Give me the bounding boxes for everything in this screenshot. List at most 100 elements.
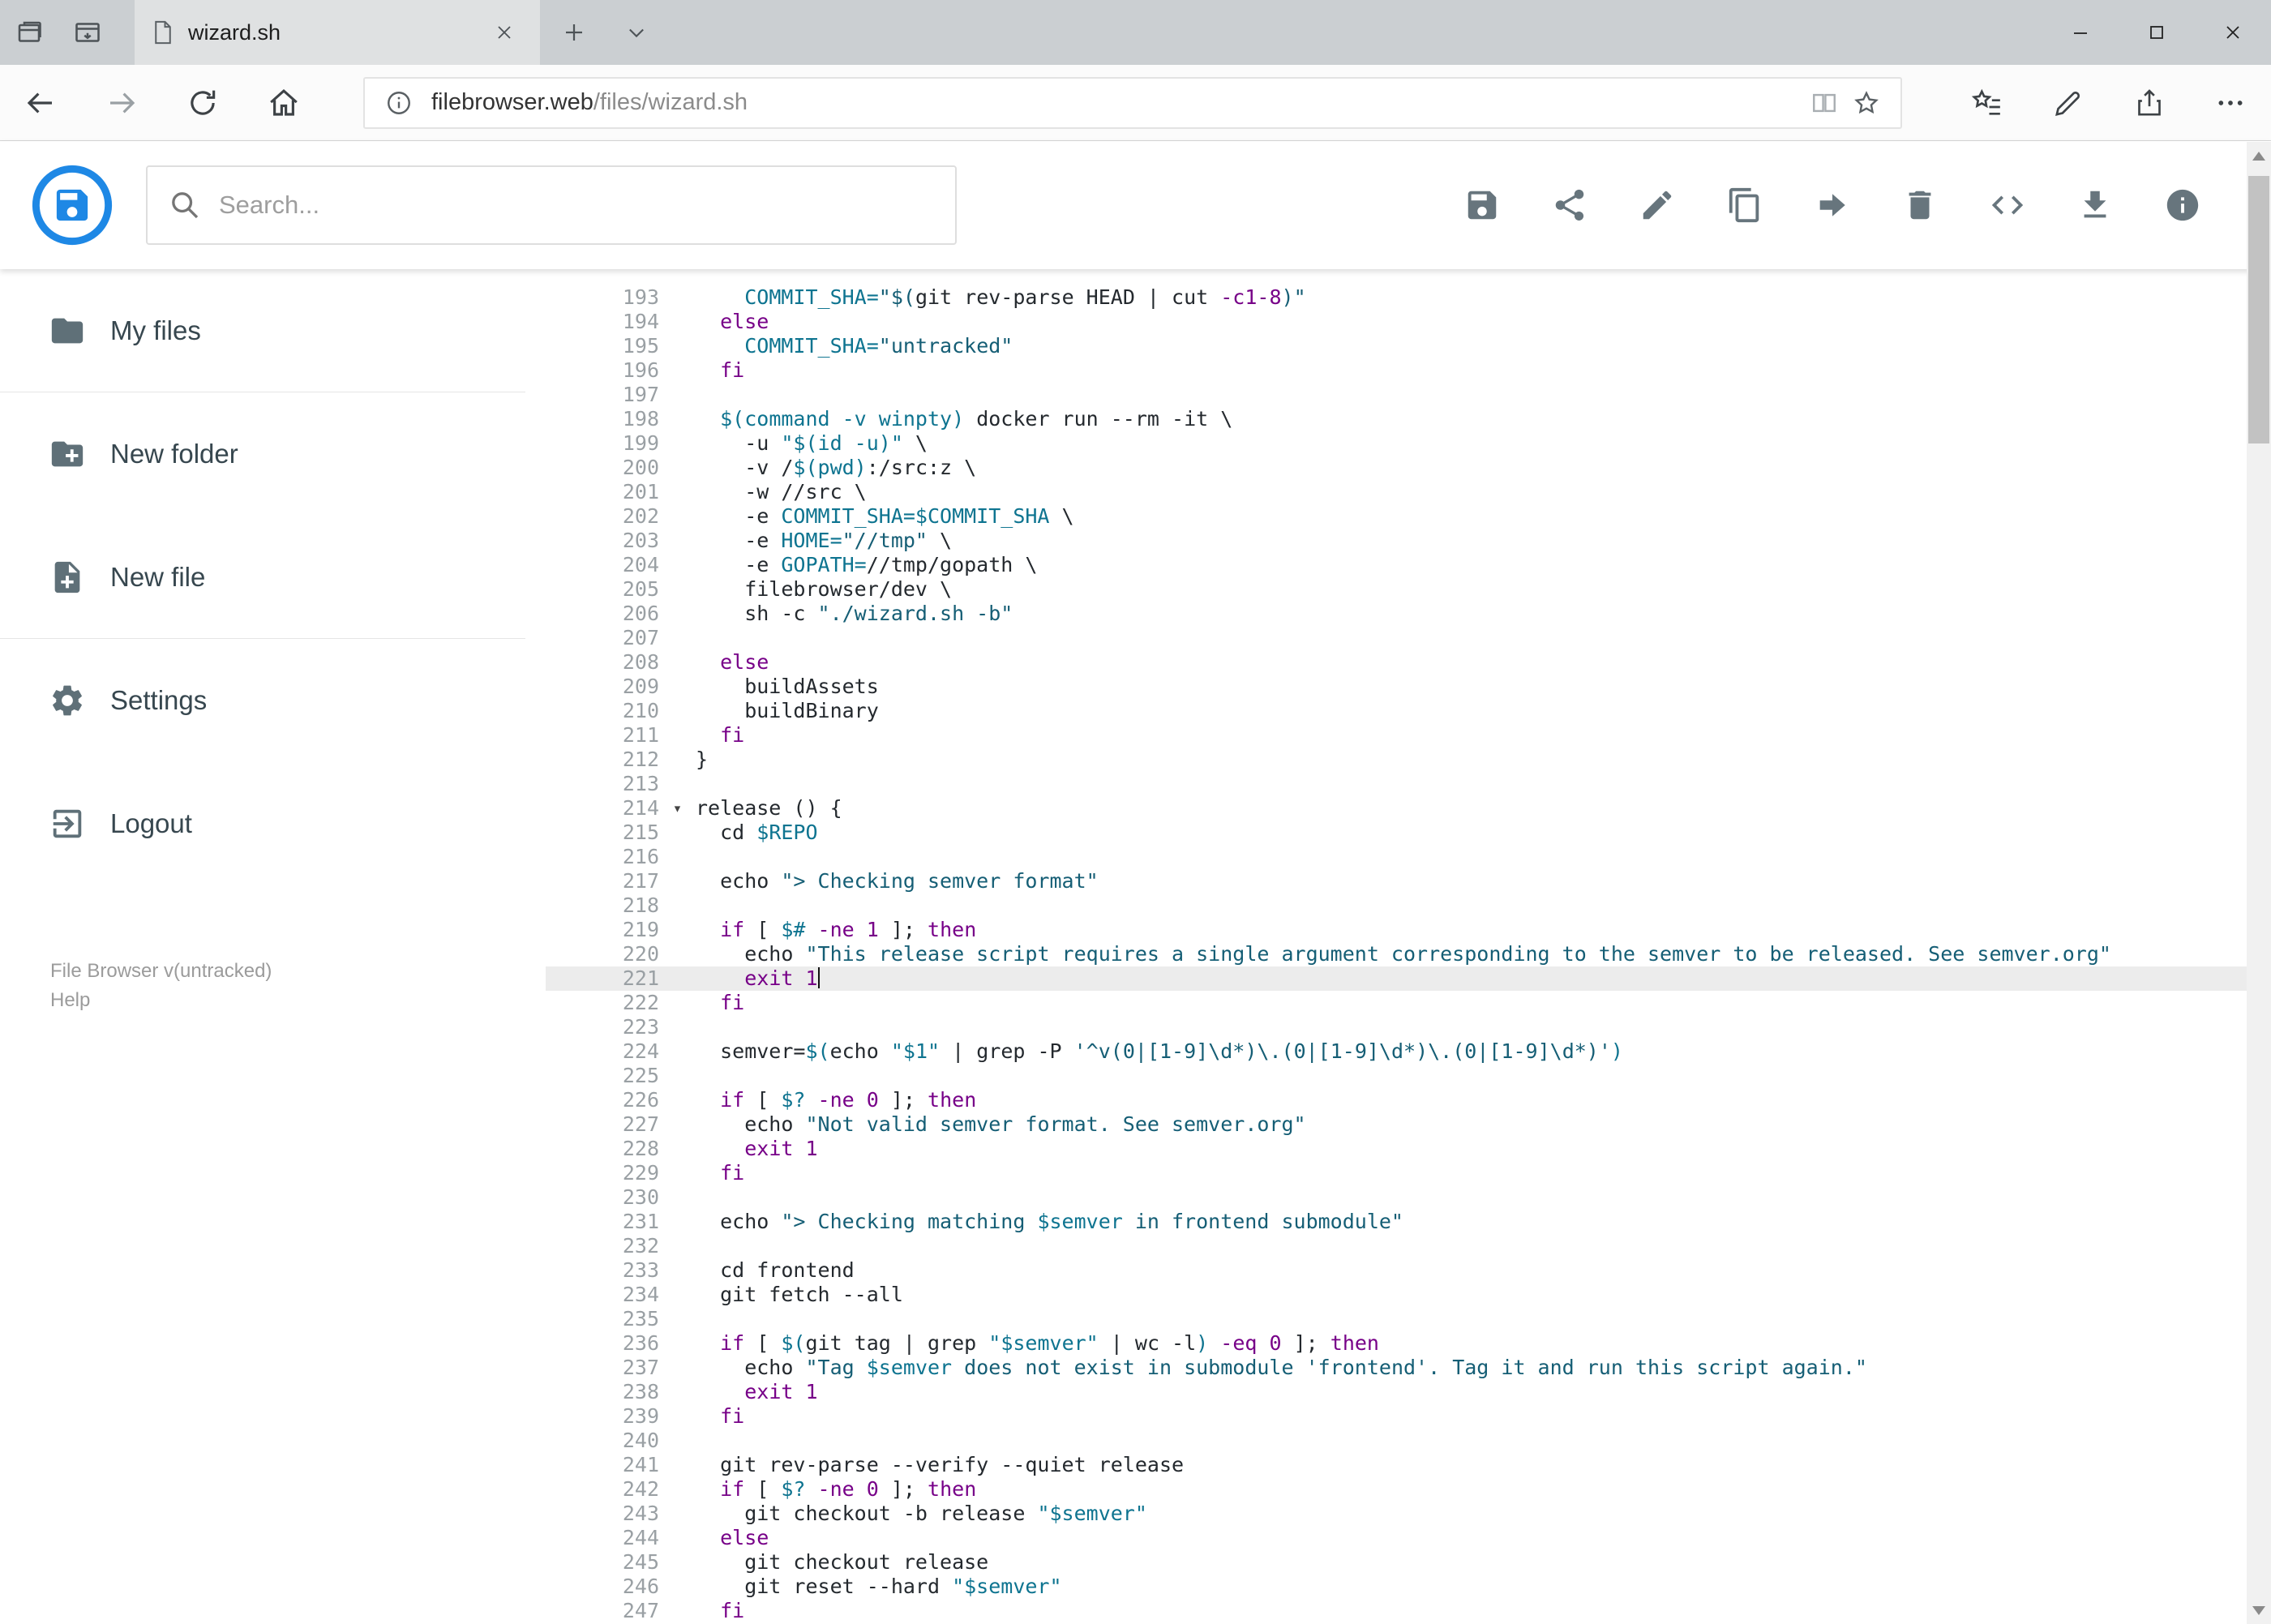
sidebar-item-new-file[interactable]: New file — [0, 516, 525, 639]
code-line[interactable]: 232 — [546, 1234, 2247, 1258]
code-line[interactable]: 198 $(command -v winpty) docker run --rm… — [546, 407, 2247, 431]
code-line[interactable]: 243 git checkout -b release "$semver" — [546, 1502, 2247, 1526]
scroll-up-icon[interactable] — [2247, 142, 2271, 169]
code-line[interactable]: 213 — [546, 772, 2247, 796]
code-line[interactable]: 235 — [546, 1307, 2247, 1331]
address-bar[interactable]: filebrowser.web/files/wizard.sh — [363, 76, 1902, 129]
favorite-star-icon[interactable] — [1845, 89, 1888, 117]
code-line[interactable]: 240 — [546, 1429, 2247, 1453]
code-line[interactable]: 208 else — [546, 650, 2247, 675]
reading-view-icon[interactable] — [1803, 89, 1845, 117]
scroll-down-icon[interactable] — [2247, 1596, 2271, 1624]
save-icon[interactable] — [1463, 186, 1501, 224]
code-line[interactable]: 195 COMMIT_SHA="untracked" — [546, 334, 2247, 358]
sidebar-item-my-files[interactable]: My files — [0, 269, 525, 392]
code-line[interactable]: 244 else — [546, 1526, 2247, 1550]
tab-close-icon[interactable] — [486, 15, 522, 50]
code-line[interactable]: 223 — [546, 1015, 2247, 1039]
code-line[interactable]: 217 echo "> Checking semver format" — [546, 869, 2247, 893]
code-line[interactable]: 194 else — [546, 310, 2247, 334]
info-icon[interactable] — [2164, 186, 2201, 224]
scrollbar-thumb[interactable] — [2248, 176, 2269, 443]
code-line[interactable]: 231 echo "> Checking matching $semver in… — [546, 1210, 2247, 1234]
code-line[interactable]: 204 -e GOPATH=//tmp/gopath \ — [546, 553, 2247, 577]
code-line[interactable]: 205 filebrowser/dev \ — [546, 577, 2247, 602]
code-line[interactable]: 222 fi — [546, 991, 2247, 1015]
code-line[interactable]: 247 fi — [546, 1599, 2247, 1623]
code-line[interactable]: 212} — [546, 748, 2247, 772]
code-line[interactable]: 196 fi — [546, 358, 2247, 383]
code-line[interactable]: 211 fi — [546, 723, 2247, 748]
code-line[interactable]: 233 cd frontend — [546, 1258, 2247, 1283]
code-line[interactable]: 199 -u "$(id -u)" \ — [546, 431, 2247, 456]
minimize-button[interactable] — [2042, 0, 2119, 65]
code-line[interactable]: 200 -v /$(pwd):/src:z \ — [546, 456, 2247, 480]
code-line[interactable]: 225 — [546, 1064, 2247, 1088]
code-line[interactable]: 246 git reset --hard "$semver" — [546, 1575, 2247, 1599]
code-line[interactable]: 219 if [ $# -ne 1 ]; then — [546, 918, 2247, 942]
search-input[interactable] — [219, 191, 884, 220]
delete-trash-icon[interactable] — [1901, 186, 1939, 224]
sidebar-item-logout[interactable]: Logout — [0, 762, 525, 885]
code-line[interactable]: 237 echo "Tag $semver does not exist in … — [546, 1356, 2247, 1380]
code-line[interactable]: 206 sh -c "./wizard.sh -b" — [546, 602, 2247, 626]
fold-marker-icon[interactable]: ▾ — [659, 796, 696, 821]
copy-icon[interactable] — [1726, 186, 1763, 224]
code-line[interactable]: 203 -e HOME="//tmp" \ — [546, 529, 2247, 553]
hub-favorites-icon[interactable] — [1947, 65, 2028, 141]
code-line[interactable]: 214 ▾ release () { — [546, 796, 2247, 821]
refresh-icon[interactable] — [162, 65, 243, 141]
search-bar[interactable] — [146, 165, 957, 245]
code-line[interactable]: 210 buildBinary — [546, 699, 2247, 723]
share-icon[interactable] — [1551, 186, 1588, 224]
code-line[interactable]: 220 echo "This release script requires a… — [546, 942, 2247, 966]
code-line[interactable]: 241 git rev-parse --verify --quiet relea… — [546, 1453, 2247, 1477]
download-icon[interactable] — [2076, 186, 2114, 224]
code-line[interactable]: 245 git checkout release — [546, 1550, 2247, 1575]
code-line[interactable]: 227 echo "Not valid semver format. See s… — [546, 1112, 2247, 1137]
code-line[interactable]: 230 — [546, 1185, 2247, 1210]
code-line[interactable]: 234 git fetch --all — [546, 1283, 2247, 1307]
code-line[interactable]: 202 -e COMMIT_SHA=$COMMIT_SHA \ — [546, 504, 2247, 529]
help-link[interactable]: Help — [50, 986, 272, 1015]
code-line[interactable]: 224 semver=$(echo "$1" | grep -P '^v(0|[… — [546, 1039, 2247, 1064]
code-editor[interactable]: 193 COMMIT_SHA="$(git rev-parse HEAD | c… — [525, 269, 2247, 1624]
code-line[interactable]: 229 fi — [546, 1161, 2247, 1185]
code-line[interactable]: 197 — [546, 383, 2247, 407]
annotate-pen-icon[interactable] — [2028, 65, 2109, 141]
close-button[interactable] — [2195, 0, 2271, 65]
more-options-icon[interactable] — [2190, 65, 2271, 141]
code-line[interactable]: 201 -w //src \ — [546, 480, 2247, 504]
browser-tab[interactable]: wizard.sh — [135, 0, 540, 65]
code-line[interactable]: 215 cd $REPO — [546, 821, 2247, 845]
code-line[interactable]: 216 — [546, 845, 2247, 869]
set-tabs-aside-icon[interactable] — [0, 0, 58, 65]
code-line[interactable]: 218 — [546, 893, 2247, 918]
code-line[interactable]: 226 if [ $? -ne 0 ]; then — [546, 1088, 2247, 1112]
code-line[interactable]: 221 exit 1 — [546, 966, 2247, 991]
code-line[interactable]: 228 exit 1 — [546, 1137, 2247, 1161]
code-line[interactable]: 207 — [546, 626, 2247, 650]
code-line[interactable]: 236 if [ $(git tag | grep "$semver" | wc… — [546, 1331, 2247, 1356]
code-line[interactable]: 242 if [ $? -ne 0 ]; then — [546, 1477, 2247, 1502]
back-icon[interactable] — [0, 65, 81, 141]
new-tab-button[interactable] — [540, 0, 608, 65]
tab-previews-icon[interactable] — [58, 0, 117, 65]
code-line[interactable]: 209 buildAssets — [546, 675, 2247, 699]
code-editor-icon[interactable] — [1989, 186, 2026, 224]
code-line[interactable]: 193 COMMIT_SHA="$(git rev-parse HEAD | c… — [546, 285, 2247, 310]
tab-list-chevron-icon[interactable] — [608, 0, 665, 65]
vertical-scrollbar[interactable] — [2247, 142, 2271, 1624]
code-line[interactable]: 238 exit 1 — [546, 1380, 2247, 1404]
site-info-icon[interactable] — [378, 89, 420, 117]
rename-pencil-icon[interactable] — [1639, 186, 1676, 224]
move-icon[interactable] — [1814, 186, 1851, 224]
maximize-button[interactable] — [2119, 0, 2195, 65]
forward-icon[interactable] — [81, 65, 162, 141]
sidebar-item-settings[interactable]: Settings — [0, 639, 525, 762]
filebrowser-logo[interactable] — [31, 164, 114, 246]
home-icon[interactable] — [243, 65, 324, 141]
sidebar-item-new-folder[interactable]: New folder — [0, 392, 525, 516]
code-line[interactable]: 239 fi — [546, 1404, 2247, 1429]
share-page-icon[interactable] — [2109, 65, 2190, 141]
